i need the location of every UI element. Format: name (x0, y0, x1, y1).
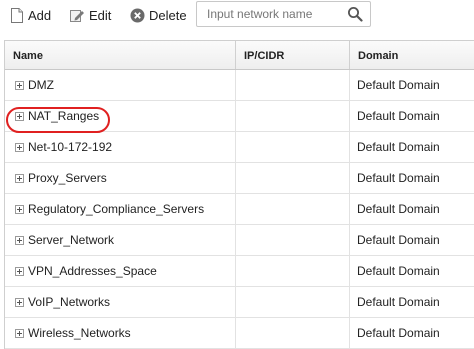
domain-cell: Default Domain (349, 101, 474, 131)
table-row[interactable]: VoIP_Networks Default Domain (5, 287, 474, 318)
network-table: Name IP/CIDR Domain DMZ Default Domain N… (4, 40, 474, 349)
domain-cell: Default Domain (349, 132, 474, 162)
network-name: Regulatory_Compliance_Servers (28, 202, 205, 216)
expand-icon[interactable] (15, 205, 24, 214)
expand-icon[interactable] (15, 112, 24, 121)
edit-pencil-icon (69, 7, 85, 23)
network-name: Proxy_Servers (28, 171, 107, 185)
add-label: Add (28, 7, 52, 23)
column-header-ip-cidr[interactable]: IP/CIDR (235, 41, 349, 69)
ip-cidr-cell (235, 287, 349, 317)
domain-cell: Default Domain (349, 70, 474, 100)
ip-cidr-cell (235, 132, 349, 162)
expand-icon[interactable] (15, 236, 24, 245)
name-cell: Proxy_Servers (5, 163, 235, 193)
table-header: Name IP/CIDR Domain (5, 40, 474, 70)
expand-icon[interactable] (15, 81, 24, 90)
ip-cidr-cell (235, 194, 349, 224)
domain-cell: Default Domain (349, 256, 474, 286)
ip-cidr-cell (235, 225, 349, 255)
ip-cidr-cell (235, 70, 349, 100)
table-row[interactable]: Net-10-172-192 Default Domain (5, 132, 474, 163)
domain-cell: Default Domain (349, 287, 474, 317)
expand-icon[interactable] (15, 267, 24, 276)
name-cell: DMZ (5, 70, 235, 100)
expand-icon[interactable] (15, 174, 24, 183)
edit-label: Edit (89, 7, 112, 23)
domain-cell: Default Domain (349, 225, 474, 255)
delete-button[interactable]: Delete (130, 4, 187, 26)
ip-cidr-cell (235, 163, 349, 193)
table-row[interactable]: Wireless_Networks Default Domain (5, 318, 474, 349)
column-header-domain[interactable]: Domain (349, 41, 474, 69)
expand-icon[interactable] (15, 298, 24, 307)
table-row[interactable]: DMZ Default Domain (5, 70, 474, 101)
name-cell: Net-10-172-192 (5, 132, 235, 162)
name-cell: VPN_Addresses_Space (5, 256, 235, 286)
add-button[interactable]: Add (10, 4, 51, 26)
ip-cidr-cell (235, 101, 349, 131)
column-header-name[interactable]: Name (5, 41, 235, 69)
delete-x-icon (130, 8, 145, 23)
delete-label: Delete (149, 7, 187, 23)
network-name: NAT_Ranges (28, 109, 100, 123)
domain-cell: Default Domain (349, 163, 474, 193)
table-row[interactable]: Server_Network Default Domain (5, 225, 474, 256)
name-cell: VoIP_Networks (5, 287, 235, 317)
toolbar: Add Edit Delete (0, 0, 474, 32)
table-row[interactable]: Proxy_Servers Default Domain (5, 163, 474, 194)
network-name: Net-10-172-192 (28, 140, 113, 154)
network-name: Server_Network (28, 233, 115, 247)
network-name: DMZ (28, 78, 54, 92)
ip-cidr-cell (235, 256, 349, 286)
ip-cidr-cell (235, 318, 349, 348)
network-name: Wireless_Networks (28, 326, 131, 340)
search-icon[interactable] (347, 6, 363, 22)
search-input[interactable] (197, 2, 345, 26)
name-cell: Wireless_Networks (5, 318, 235, 348)
network-name: VoIP_Networks (28, 295, 111, 309)
name-cell: NAT_Ranges (5, 101, 235, 131)
edit-button[interactable]: Edit (69, 4, 111, 26)
domain-cell: Default Domain (349, 194, 474, 224)
add-document-icon (10, 7, 24, 24)
expand-icon[interactable] (15, 329, 24, 338)
network-name: VPN_Addresses_Space (28, 264, 157, 278)
table-row[interactable]: VPN_Addresses_Space Default Domain (5, 256, 474, 287)
table-row[interactable]: Regulatory_Compliance_Servers Default Do… (5, 194, 474, 225)
search-box (196, 1, 371, 27)
name-cell: Regulatory_Compliance_Servers (5, 194, 235, 224)
name-cell: Server_Network (5, 225, 235, 255)
domain-cell: Default Domain (349, 318, 474, 348)
expand-icon[interactable] (15, 143, 24, 152)
table-row[interactable]: NAT_Ranges Default Domain (5, 101, 474, 132)
